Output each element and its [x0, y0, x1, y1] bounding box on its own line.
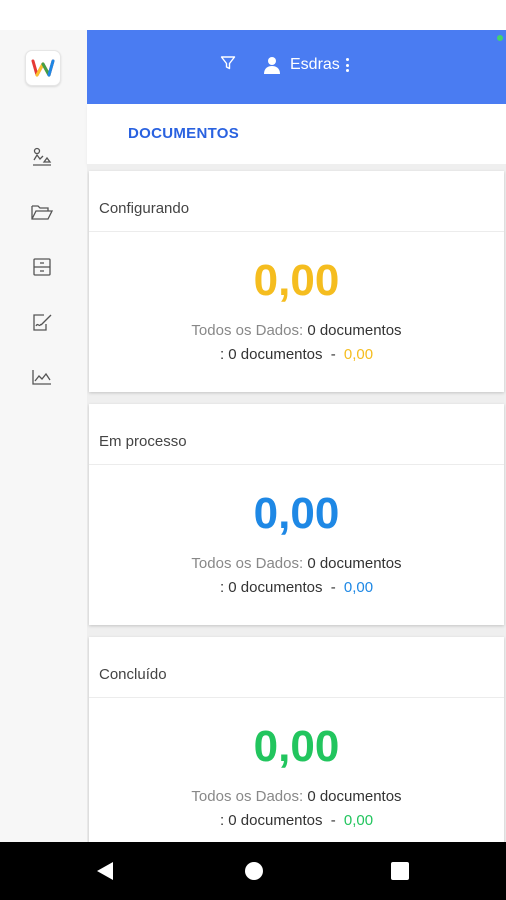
card-total-value: 0,00 — [253, 722, 340, 771]
card-count-line: : 0 documentos - 0,00 — [89, 579, 504, 596]
card-small-value: 0,00 — [343, 579, 374, 596]
card-body: 0,00 Todos os Dados: 0 documentos : 0 do… — [89, 698, 504, 842]
separator: - — [330, 812, 336, 829]
all-data-count: 0 documentos — [307, 788, 402, 805]
app-logo-icon — [31, 59, 55, 77]
card-total-value: 0,00 — [253, 489, 340, 538]
filter-button[interactable] — [220, 55, 238, 73]
signature-icon — [33, 314, 52, 331]
status-card-configurando: Configurando 0,00 Todos os Dados: 0 docu… — [89, 171, 504, 392]
document-count: 0 documentos — [228, 346, 323, 363]
document-count: 0 documentos — [228, 579, 323, 596]
folder-open-icon — [31, 205, 53, 220]
sidebar-item-reports[interactable] — [31, 366, 53, 388]
more-vert-icon[interactable] — [345, 58, 349, 72]
back-icon — [97, 862, 113, 880]
main-content: Configurando 0,00 Todos os Dados: 0 docu… — [87, 164, 506, 842]
system-nav-bar — [0, 842, 506, 900]
sidebar-item-documents[interactable] — [31, 201, 53, 223]
app-logo[interactable] — [25, 50, 61, 86]
card-small-value: 0,00 — [343, 346, 374, 363]
status-bar — [0, 0, 506, 30]
card-total-value: 0,00 — [253, 256, 340, 305]
all-data-count: 0 documentos — [307, 322, 402, 339]
card-header: Configurando — [89, 171, 504, 232]
sidebar-item-workflow[interactable] — [31, 146, 53, 168]
workflow-icon — [33, 147, 52, 166]
home-icon — [245, 862, 263, 880]
all-data-label: Todos os Dados: — [191, 555, 304, 572]
user-icon — [264, 57, 280, 74]
all-data-label: Todos os Dados: — [191, 788, 304, 805]
card-body: 0,00 Todos os Dados: 0 documentos : 0 do… — [89, 232, 504, 392]
count-prefix: : — [219, 346, 225, 363]
card-count-line: : 0 documentos - 0,00 — [89, 346, 504, 363]
card-header: Concluído — [89, 637, 504, 698]
count-prefix: : — [219, 579, 225, 596]
status-card-em-processo: Em processo 0,00 Todos os Dados: 0 docum… — [89, 404, 504, 625]
home-button[interactable] — [244, 861, 264, 886]
status-dot — [497, 35, 503, 41]
separator: - — [330, 346, 336, 363]
card-count-line: : 0 documentos - 0,00 — [89, 812, 504, 829]
separator: - — [330, 579, 336, 596]
card-body: 0,00 Todos os Dados: 0 documentos : 0 do… — [89, 465, 504, 625]
tab-bar: DOCUMENTOS — [87, 104, 506, 164]
card-header: Em processo — [89, 404, 504, 465]
recents-button[interactable] — [391, 862, 409, 885]
all-data-label: Todos os Dados: — [191, 322, 304, 339]
sidebar-item-archive[interactable] — [31, 256, 53, 278]
chart-icon — [32, 370, 51, 385]
user-name: Esdras — [290, 56, 340, 73]
sidebar — [0, 30, 88, 842]
all-data-count: 0 documentos — [307, 555, 402, 572]
card-small-value: 0,00 — [343, 812, 374, 829]
filter-icon — [220, 56, 236, 70]
card-title: Configurando — [99, 200, 190, 217]
sidebar-item-signature[interactable] — [31, 311, 53, 333]
user-menu[interactable]: Esdras — [263, 54, 349, 76]
back-button[interactable] — [96, 861, 114, 886]
count-prefix: : — [219, 812, 225, 829]
card-all-data-line: Todos os Dados: 0 documentos — [89, 322, 504, 339]
card-title: Em processo — [99, 433, 187, 450]
card-all-data-line: Todos os Dados: 0 documentos — [89, 555, 504, 572]
top-app-bar: Esdras — [87, 30, 506, 104]
recents-icon — [391, 862, 409, 880]
archive-icon — [33, 258, 51, 276]
card-title: Concluído — [99, 666, 167, 683]
card-all-data-line: Todos os Dados: 0 documentos — [89, 788, 504, 805]
status-card-concluido: Concluído 0,00 Todos os Dados: 0 documen… — [89, 637, 504, 842]
tab-documentos[interactable]: DOCUMENTOS — [128, 125, 239, 142]
document-count: 0 documentos — [228, 812, 323, 829]
